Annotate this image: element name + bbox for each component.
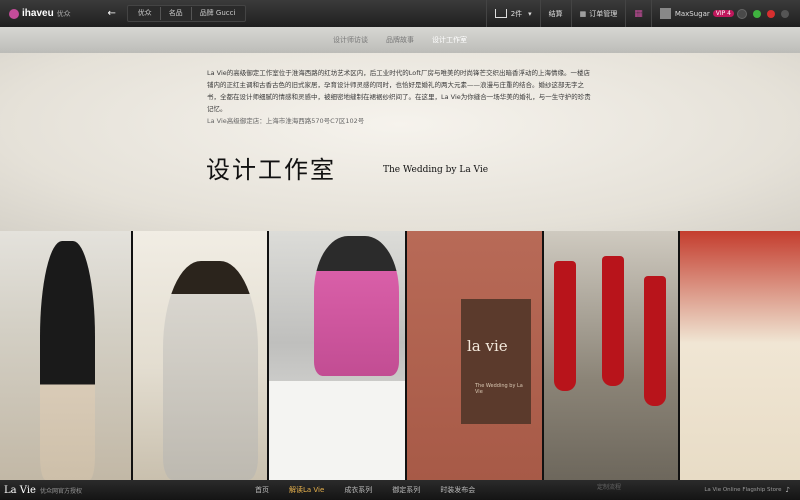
breadcrumb-item-home[interactable]: 优众 [130,7,161,20]
footer-bar: La Vie 优众网官方授权 首页 解读La Vie 成衣系列 御定系列 时装发… [0,480,800,500]
brand-name: ihaveu [22,8,54,19]
red-dress [644,276,666,406]
footer-nav-fashion-show[interactable]: 时装发布会 [440,485,475,495]
orders-icon: ▦ [579,9,587,18]
username: MaxSugar [674,9,710,18]
designer-figure [40,241,95,480]
sign-tagline: The Wedding by La Vie [475,383,523,395]
footer-nav-about[interactable]: 解读La Vie [289,485,324,495]
mail-icon[interactable] [781,9,789,18]
tailor-figure [163,261,258,480]
gift-icon: ▦ [634,8,643,19]
footer-logo[interactable]: La Vie [4,485,36,496]
sewer-figure [314,236,399,376]
user-toolbar: 2件 ▾ 结算 ▦ 订单管理 ▦ MaxSugar VIP 4 [485,0,800,27]
photo-lace-detail[interactable] [680,231,800,480]
site-logo[interactable]: ihaveu 优众 [9,8,71,19]
cart-icon [494,9,507,18]
footer-nav-home[interactable]: 首页 [255,485,269,495]
store-address: La Vie高级御定店：上海市淮海西路570号C7区102号 [207,117,365,125]
avatar [659,8,671,19]
orders-button[interactable]: ▦ 订单管理 [570,0,626,27]
photo-red-dresses[interactable] [544,231,680,480]
breadcrumb: 优众 名品 品牌 Gucci [126,5,247,22]
breadcrumb-item-gucci[interactable]: 品牌 Gucci [192,7,244,20]
photo-sewing-machine[interactable] [269,231,407,480]
back-arrow-icon[interactable]: ← [103,7,121,21]
subnav-brand-story[interactable]: 品牌故事 [386,35,414,45]
store-sign: la vie The Wedding by La Vie [461,299,531,424]
footer-nav: 首页 解读La Vie 成衣系列 御定系列 时装发布会 [255,480,475,500]
logo-icon [9,8,19,19]
subnav-designer-interview[interactable]: 设计师访谈 [333,35,368,45]
red-dress [554,261,576,391]
footer-sub: 优众网官方授权 [39,487,82,495]
sign-logo: la vie [467,337,508,355]
page-title: 设计工作室 [206,156,336,184]
fabric-area [269,381,405,480]
heart-icon[interactable] [767,9,775,18]
customize-link[interactable]: 定制流程 [597,482,621,491]
footer-nav-couture[interactable]: 御定系列 [392,485,420,495]
page-subtitle: The Wedding by La Vie [383,165,489,175]
user-menu[interactable]: MaxSugar VIP 4 [650,0,800,27]
photo-storefront-sign[interactable]: la vie The Wedding by La Vie [407,231,544,480]
settings-icon[interactable] [737,8,747,19]
cart-button[interactable]: 2件 ▾ [485,0,540,27]
footer-right: La Vie Online Flagship Store ♪ [704,480,790,500]
red-dress [602,256,624,386]
chevron-down-icon: ▾ [528,9,532,18]
photo-tailor-cutting[interactable] [133,231,269,480]
sub-navigation: 设计师访谈 品牌故事 设计工作室 [0,27,800,53]
photo-designer[interactable] [0,231,133,480]
intro-text: La Vie的高级御定工作室位于淮海西路的红坊艺术区内，后工业时代的Loft厂房… [207,69,591,113]
top-bar: ihaveu 优众 ← 优众 名品 品牌 Gucci 2件 ▾ 结算 ▦ 订单管… [0,0,800,27]
vip-badge: VIP 4 [712,10,734,17]
online-icon[interactable] [753,9,761,18]
brand-cn: 优众 [56,9,71,18]
gift-button[interactable]: ▦ [625,0,651,27]
breadcrumb-item-brands[interactable]: 名品 [161,7,192,20]
subnav-design-studio[interactable]: 设计工作室 [432,35,467,45]
cart-count: 2件 [510,9,523,18]
photo-strip: la vie The Wedding by La Vie [0,231,800,480]
orders-label: 订单管理 [589,9,618,18]
flagship-label: La Vie Online Flagship Store [704,487,782,493]
checkout-button[interactable]: 结算 [539,0,571,27]
footer-nav-ready-to-wear[interactable]: 成衣系列 [344,485,372,495]
speaker-icon[interactable]: ♪ [786,486,790,494]
